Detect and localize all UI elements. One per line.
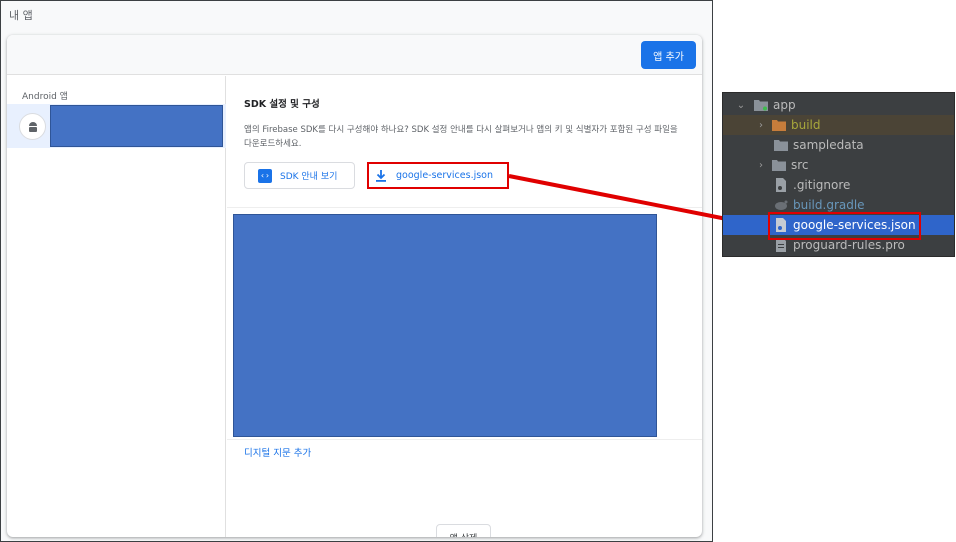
annotation-highlight-box: [768, 212, 921, 240]
card-header: 앱 추가: [7, 35, 702, 75]
page-title: 내 앱: [9, 9, 33, 22]
tree-item-label: proguard-rules.pro: [793, 238, 905, 252]
download-icon: [376, 169, 386, 182]
section-title: SDK 설정 및 구성: [244, 99, 320, 110]
tree-item-app[interactable]: ⌄ app: [723, 95, 954, 115]
download-json-label: google-services.json: [396, 170, 494, 181]
tree-item-label: app: [773, 98, 796, 112]
tree-item-label: sampledata: [793, 138, 864, 152]
screenshot-root: 내 앱 앱 추가 Android 앱 SDK 설정 및 구성 앱의 Fireba…: [0, 0, 956, 542]
tree-item-sampledata[interactable]: sampledata: [723, 135, 954, 155]
code-icon: ‹›: [258, 168, 272, 183]
sdk-guide-label: SDK 안내 보기: [280, 172, 338, 182]
tree-item-build[interactable]: › build: [723, 115, 954, 135]
sidebar-item-android-app[interactable]: [7, 104, 226, 148]
chevron-right-icon: ›: [759, 119, 763, 131]
add-fingerprint-link[interactable]: 디지털 지문 추가: [244, 445, 311, 459]
gradle-icon: [773, 197, 789, 213]
tree-item-label: build.gradle: [793, 198, 865, 212]
tree-item-label: build: [791, 118, 821, 132]
tree-item-src[interactable]: › src: [723, 155, 954, 175]
delete-app-button[interactable]: 앱 삭제: [436, 524, 491, 537]
section-description: 앱의 Firebase SDK를 다시 구성해야 하나요? SDK 설정 안내를…: [244, 125, 678, 149]
tree-item-label: .gitignore: [793, 178, 851, 192]
redacted-details: [233, 214, 657, 437]
module-folder-icon: [753, 97, 769, 113]
chevron-down-icon: ⌄: [736, 99, 746, 111]
tree-item-label: src: [791, 158, 809, 172]
apps-card: 앱 추가 Android 앱 SDK 설정 및 구성 앱의 Firebase S…: [7, 35, 702, 537]
divider: [227, 439, 702, 440]
tree-item-gitignore[interactable]: .gitignore: [723, 175, 954, 195]
app-settings-panel: SDK 설정 및 구성 앱의 Firebase SDK를 다시 구성해야 하나요…: [227, 76, 702, 537]
chevron-right-icon: ›: [759, 159, 763, 171]
app-sidebar: Android 앱: [7, 76, 226, 537]
android-icon: [19, 113, 46, 140]
folder-icon: [771, 117, 787, 133]
firebase-console-window: 내 앱 앱 추가 Android 앱 SDK 설정 및 구성 앱의 Fireba…: [0, 0, 713, 542]
folder-icon: [771, 157, 787, 173]
sidebar-heading: Android 앱: [22, 92, 68, 102]
add-app-button[interactable]: 앱 추가: [641, 41, 696, 69]
folder-icon: [773, 137, 789, 153]
sdk-guide-button[interactable]: ‹› SDK 안내 보기: [244, 162, 355, 189]
divider: [227, 207, 702, 208]
file-icon: [773, 177, 789, 193]
redacted-app-name: [50, 105, 223, 147]
download-json-button[interactable]: google-services.json: [367, 162, 509, 189]
